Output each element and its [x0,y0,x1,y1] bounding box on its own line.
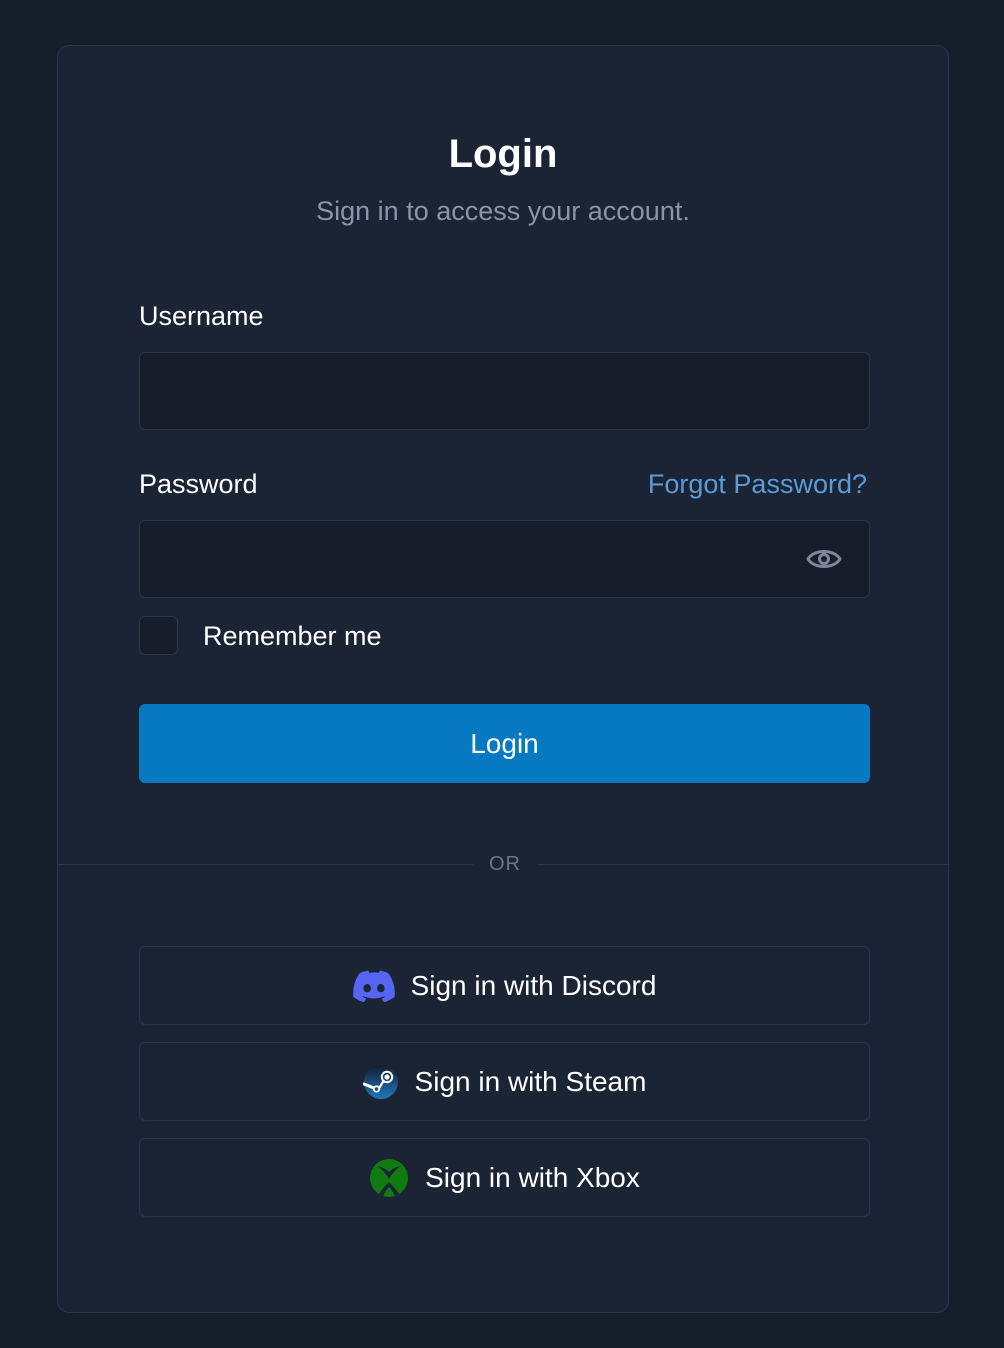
discord-signin-button[interactable]: Sign in with Discord [139,946,870,1025]
login-button[interactable]: Login [139,704,870,783]
xbox-signin-button[interactable]: Sign in with Xbox [139,1138,870,1217]
forgot-password-link[interactable]: Forgot Password? [648,467,867,501]
steam-signin-label: Sign in with Steam [414,1065,647,1097]
xbox-icon [369,1158,409,1198]
login-card: Login Sign in to access your account. Us… [57,45,950,1313]
remember-me-checkbox[interactable] [139,616,178,655]
page-title: Login [448,132,558,176]
username-input[interactable] [139,352,870,430]
password-input[interactable] [139,520,870,598]
divider-line-left [58,864,473,865]
username-label: Username [139,301,264,331]
xbox-signin-label: Sign in with Xbox [425,1161,640,1193]
discord-icon [352,970,395,1002]
divider-line-right [537,864,950,865]
remember-me-label: Remember me [203,621,382,651]
steam-icon [362,1064,399,1100]
eye-icon[interactable] [806,545,842,573]
steam-signin-button[interactable]: Sign in with Steam [139,1042,870,1121]
password-label: Password [139,469,258,499]
divider-or: OR [489,853,521,875]
page-subtitle: Sign in to access your account. [316,196,690,226]
discord-signin-label: Sign in with Discord [410,969,657,1001]
